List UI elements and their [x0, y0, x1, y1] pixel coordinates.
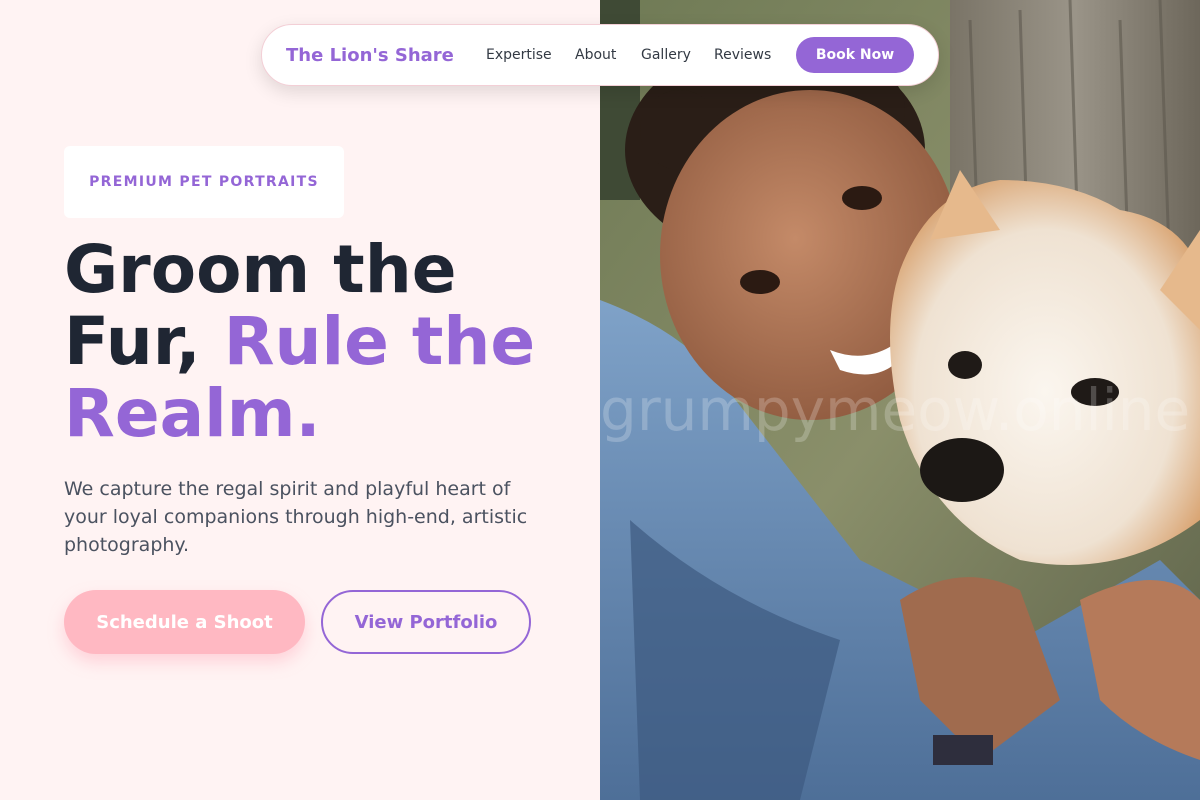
brand-logo[interactable]: The Lion's Share: [286, 45, 454, 66]
view-portfolio-button[interactable]: View Portfolio: [321, 590, 531, 654]
photo-watermark: grumpymeow.online: [600, 376, 1190, 444]
nav-link-expertise[interactable]: Expertise: [486, 47, 552, 63]
nav-link-about[interactable]: About: [575, 47, 616, 63]
schedule-shoot-button[interactable]: Schedule a Shoot: [64, 590, 305, 654]
headline-line-1: Groom the: [64, 231, 457, 308]
headline-line-2: Fur,: [64, 303, 201, 380]
book-now-button[interactable]: Book Now: [796, 37, 914, 73]
nav-link-gallery[interactable]: Gallery: [641, 47, 691, 63]
hero-photo: grumpymeow.online: [600, 0, 1200, 800]
top-navbar: The Lion's Share Expertise About Gallery…: [261, 24, 939, 86]
hero-headline: Groom the Fur, Rule the Realm.: [64, 234, 584, 450]
hero-badge: PREMIUM PET PORTRAITS: [64, 146, 344, 218]
woman-with-dog-photo: grumpymeow.online: [600, 0, 1200, 800]
nav-link-reviews[interactable]: Reviews: [714, 47, 771, 63]
hero-description: We capture the regal spirit and playful …: [64, 478, 528, 556]
